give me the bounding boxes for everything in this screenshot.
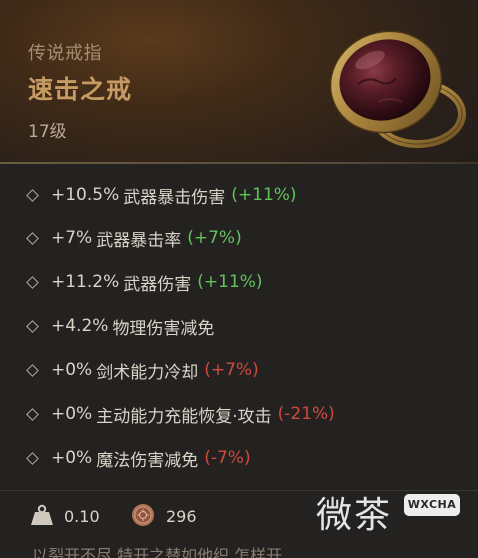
stat-row: +10.5% 武器暴击伤害 (+11%): [26, 180, 297, 210]
stat-name: 武器伤害: [123, 274, 192, 295]
item-tooltip: 传说戒指 速击之戒 17级 +10.5% 武器暴击伤害 (+11%) +7% 武…: [0, 0, 478, 558]
price-value: 296: [166, 507, 197, 526]
diamond-bullet-icon: [26, 188, 39, 202]
diamond-bullet-icon: [26, 407, 39, 421]
footer-divider: [0, 490, 478, 491]
stat-name: 魔法伤害减免: [96, 450, 199, 471]
weight-icon: [31, 504, 53, 525]
stat-name: 武器暴击率: [96, 230, 182, 251]
stat-name: 武器暴击伤害: [123, 187, 226, 208]
stat-row: +4.2% 物理伤害减免: [26, 311, 220, 341]
stat-value: +0%: [51, 404, 93, 424]
stat-compare: (-21%): [277, 404, 335, 424]
stat-compare: (+11%): [197, 272, 263, 292]
stat-compare: (+7%): [187, 228, 242, 248]
stat-compare: (+7%): [204, 360, 259, 380]
stat-value: +4.2%: [51, 316, 109, 336]
diamond-bullet-icon: [26, 319, 39, 333]
stat-row: +11.2% 武器伤害 (+11%): [26, 267, 263, 297]
item-level: 17级: [28, 122, 67, 142]
diamond-bullet-icon: [26, 275, 39, 289]
stat-value: +0%: [51, 448, 93, 468]
diamond-bullet-icon: [26, 451, 39, 465]
stat-row: +0% 魔法伤害减免 (-7%): [26, 443, 251, 473]
stat-compare: (-7%): [204, 448, 251, 468]
stat-compare: (+11%): [231, 185, 297, 205]
stat-value: +0%: [51, 360, 93, 380]
stat-name: 物理伤害减免: [112, 318, 215, 339]
stat-value: +11.2%: [51, 272, 120, 292]
stat-name: 剑术能力冷却: [96, 362, 199, 383]
watermark-text: 微茶: [316, 495, 393, 536]
stat-value: +7%: [51, 228, 93, 248]
stat-row: +0% 剑术能力冷却 (+7%): [26, 355, 259, 385]
stat-name: 主动能力充能恢复·攻击: [96, 406, 272, 427]
tooltip-header: 传说戒指 速击之戒 17级: [0, 0, 478, 164]
ring-icon: [329, 30, 466, 148]
diamond-bullet-icon: [26, 363, 39, 377]
coin-icon: [132, 504, 154, 526]
stat-value: +10.5%: [51, 185, 120, 205]
cut-off-description: 以裂开不尽 特开之替如他织 怎样开: [32, 546, 283, 558]
diamond-bullet-icon: [26, 231, 39, 245]
item-rarity: 传说戒指: [28, 43, 102, 64]
weight-value: 0.10: [64, 507, 100, 526]
stat-row: +0% 主动能力充能恢复·攻击 (-21%): [26, 399, 335, 429]
item-name: 速击之戒: [28, 75, 133, 104]
stat-row: +7% 武器暴击率 (+7%): [26, 223, 242, 253]
watermark-badge: WXCHA: [404, 494, 460, 516]
